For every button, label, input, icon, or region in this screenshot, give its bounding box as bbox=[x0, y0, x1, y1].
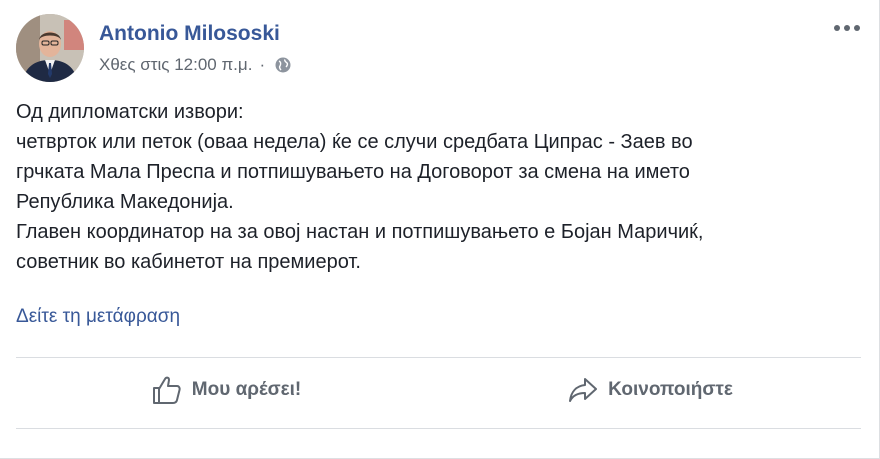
post-body-line: Од дипломатски извори: bbox=[16, 101, 244, 123]
post-header: Antonio Milososki Χθες στις 12:00 π.μ. · bbox=[16, 14, 863, 84]
post-actions: Μου αρέσει! Κοινοποιήστε bbox=[16, 366, 861, 414]
like-label: Μου αρέσει! bbox=[191, 379, 302, 400]
post-meta: Χθες στις 12:00 π.μ. · bbox=[99, 55, 292, 75]
post-body-line: четвртoк или петок (оваа недела) ќе се с… bbox=[16, 131, 693, 153]
post-timestamp[interactable]: Χθες στις 12:00 π.μ. bbox=[99, 55, 252, 75]
post-body: Од дипломатски извори: четвртoк или пето… bbox=[16, 97, 866, 277]
avatar-image bbox=[16, 14, 84, 82]
divider bbox=[16, 428, 861, 429]
post-body-line: советник во кабинетот на премиерот. bbox=[16, 251, 361, 273]
avatar[interactable] bbox=[16, 14, 84, 82]
thumbs-up-icon bbox=[152, 376, 181, 404]
post-body-line: Република Македонија. bbox=[16, 191, 234, 213]
meta-separator: · bbox=[259, 55, 266, 74]
see-translation-link[interactable]: Δείτε τη μετάφραση bbox=[16, 306, 180, 328]
share-label: Κοινοποιήστε bbox=[608, 379, 733, 400]
like-button[interactable]: Μου αρέσει! bbox=[16, 366, 436, 414]
divider bbox=[16, 357, 861, 358]
share-arrow-icon bbox=[569, 378, 598, 402]
author-name[interactable]: Antonio Milososki bbox=[99, 22, 280, 46]
share-button[interactable]: Κοινοποιήστε bbox=[440, 366, 860, 414]
more-options-icon[interactable] bbox=[831, 16, 863, 40]
post-body-line: грчката Мала Преспа и потпишувањето на Д… bbox=[16, 161, 690, 183]
globe-icon[interactable] bbox=[274, 56, 292, 74]
facebook-post: Antonio Milososki Χθες στις 12:00 π.μ. ·… bbox=[0, 0, 880, 459]
post-body-line: Главен координатор на за овој настан и п… bbox=[16, 221, 704, 243]
